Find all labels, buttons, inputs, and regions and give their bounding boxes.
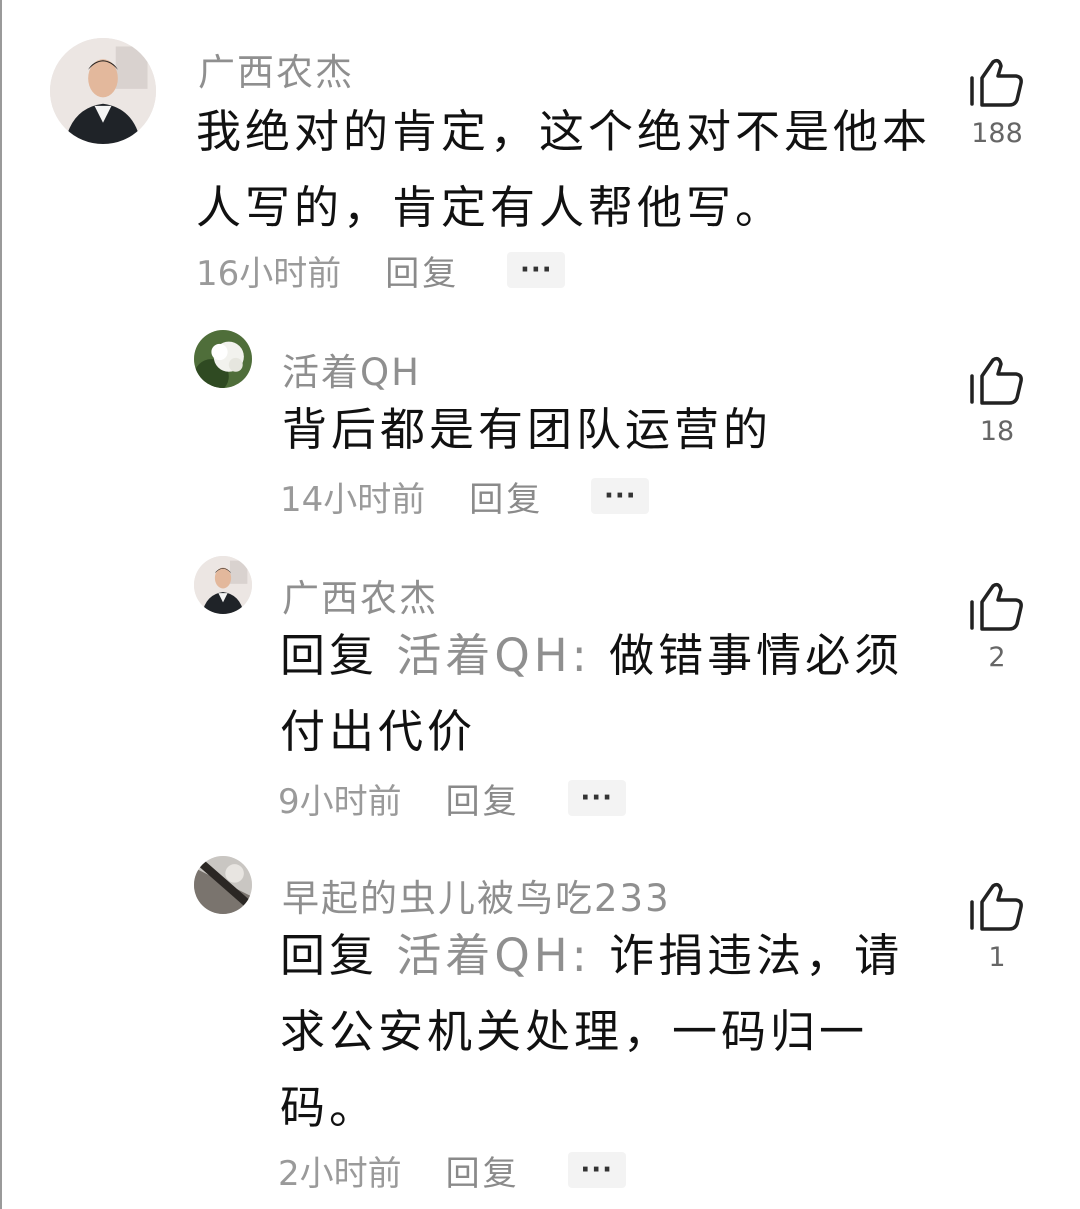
timestamp: 2小时前: [278, 1153, 402, 1194]
comment-thread: 广西农杰 我绝对的肯定，这个绝对不是他本人写的，肯定有人帮他写。 16小时前 回…: [0, 0, 1080, 1209]
reply-prefix: 回复: [280, 929, 379, 982]
thumbs-up-icon: [970, 58, 1023, 107]
username[interactable]: 广西农杰: [198, 42, 354, 96]
comment-text: 背后都是有团队运营的: [282, 403, 773, 456]
mention-link[interactable]: 活着QH:: [396, 629, 590, 682]
like-count: 18: [979, 416, 1015, 447]
like-count: 1: [988, 942, 1006, 973]
avatar[interactable]: [194, 330, 252, 388]
dark-avatar-image: [194, 856, 252, 914]
mention-link[interactable]: 活着QH:: [396, 929, 590, 982]
avatar[interactable]: [50, 38, 156, 144]
comment-text: 我绝对的肯定，这个绝对不是他本人写的，肯定有人帮他写。: [196, 105, 932, 234]
more-options-button[interactable]: ···: [567, 1152, 626, 1188]
thumbs-up-icon: [970, 582, 1023, 631]
avatar[interactable]: [194, 556, 252, 614]
like-button[interactable]: 1: [962, 880, 1032, 973]
like-button[interactable]: 188: [962, 56, 1032, 149]
comment-meta: 16小时前 回复 ···: [196, 246, 566, 295]
comment-meta: 14小时前 回复 ···: [280, 472, 650, 521]
username[interactable]: 广西农杰: [282, 568, 438, 622]
reply-prefix: 回复: [280, 629, 379, 682]
person-avatar-image: [194, 556, 252, 614]
comment-text: 回复 活着QH: 做错事情必须付出代价: [280, 618, 950, 770]
comment-meta: 2小时前 回复 ···: [278, 1146, 626, 1195]
like-count: 188: [971, 118, 1023, 149]
flower-avatar-image: [194, 330, 252, 388]
avatar[interactable]: [194, 856, 252, 914]
comment-meta: 9小时前 回复 ···: [278, 774, 626, 823]
more-options-button[interactable]: ···: [507, 252, 566, 288]
like-button[interactable]: 18: [962, 354, 1032, 447]
like-count: 2: [988, 642, 1006, 673]
username[interactable]: 活着QH: [282, 342, 421, 396]
timestamp: 9小时前: [278, 781, 402, 822]
more-options-button[interactable]: ···: [591, 478, 650, 514]
timestamp: 16小时前: [196, 253, 342, 294]
more-options-button[interactable]: ···: [567, 780, 626, 816]
left-divider: [0, 0, 2, 1209]
thumbs-up-icon: [970, 356, 1023, 405]
reply-button[interactable]: 回复: [446, 774, 520, 823]
reply-button[interactable]: 回复: [469, 472, 543, 521]
reply-button[interactable]: 回复: [446, 1146, 520, 1195]
thumbs-up-icon: [970, 882, 1023, 931]
reply-button[interactable]: 回复: [385, 246, 459, 295]
like-button[interactable]: 2: [962, 580, 1032, 673]
person-avatar-image: [50, 38, 156, 144]
timestamp: 14小时前: [280, 479, 426, 520]
username[interactable]: 早起的虫儿被鸟吃233: [282, 868, 671, 922]
comment-text: 回复 活着QH: 诈捐违法，请求公安机关处理，一码归一码。: [280, 918, 950, 1146]
